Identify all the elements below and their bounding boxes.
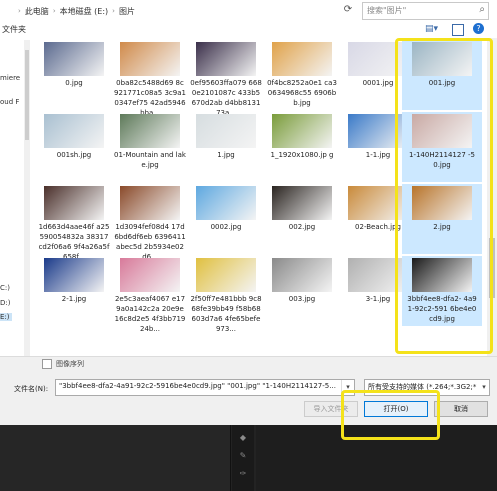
toolbar: 文件夹 ▤▾ ?	[0, 22, 497, 38]
file-item[interactable]: 0ef95603ffa079 6680e2101087c 433b5670d2a…	[186, 40, 266, 117]
file-item[interactable]: 1d663d4aae46f a25590054832a 38317cd2f06a…	[34, 184, 114, 261]
image-thumbnail	[44, 258, 104, 292]
nav-scroll-thumb[interactable]	[25, 50, 29, 140]
chevron-left-icon[interactable]: ›	[18, 7, 21, 15]
file-name: 0f4bc8252a0e1 ca30634968c55 6906bb.jpg	[267, 79, 337, 107]
image-thumbnail	[120, 42, 180, 76]
file-item[interactable]: 003.jpg	[262, 256, 342, 326]
nav-item-cloud[interactable]: oud F	[0, 98, 19, 106]
razor-icon[interactable]: ✎	[238, 451, 248, 461]
file-item[interactable]: 1_1920x1080.jp g	[262, 112, 342, 182]
filename-value: "3bbf4ee8-dfa2-4a91-92c2-5916be4e0cd9.jp…	[59, 382, 336, 390]
breadcrumb: › 此电脑 › 本地磁盘 (E:) › 图片	[18, 4, 135, 18]
file-item[interactable]: 0f4bc8252a0e1 ca30634968c55 6906bb.jpg	[262, 40, 342, 110]
filename-input[interactable]: "3bbf4ee8-dfa2-4a91-92c2-5916be4e0cd9.jp…	[55, 379, 355, 396]
highlight-open-button	[341, 390, 440, 440]
image-thumbnail	[272, 186, 332, 220]
address-bar: › 此电脑 › 本地磁盘 (E:) › 图片 ⟳ 搜索"图片" ⌕	[0, 0, 497, 23]
search-input[interactable]: 搜索"图片" ⌕	[362, 2, 489, 20]
file-name: 003.jpg	[288, 295, 316, 303]
editor-toolbar: ◆ ✎ ✑	[232, 425, 254, 491]
file-name: 2e5c3aeaf4067 e179a0a142c2a 20e9e16c8d2e…	[114, 295, 186, 333]
nav-item-premiere[interactable]: miere	[0, 74, 20, 82]
breadcrumb-separator-icon[interactable]: ›	[53, 7, 56, 15]
image-thumbnail	[120, 258, 180, 292]
image-thumbnail	[272, 258, 332, 292]
editor-panel	[0, 425, 231, 491]
breadcrumb-drive-e[interactable]: 本地磁盘 (E:)	[60, 6, 109, 17]
view-options-icon[interactable]: ▤▾	[425, 24, 438, 34]
image-sequence-option[interactable]: 图像序列	[42, 359, 84, 369]
file-item[interactable]: 2f50ff7e481bbb 9c868fe39bb49 f58b68603d7…	[186, 256, 266, 333]
breadcrumb-pictures[interactable]: 图片	[119, 6, 135, 17]
image-thumbnail	[272, 42, 332, 76]
file-name: 1_1920x1080.jp g	[270, 151, 334, 159]
filename-label: 文件名(N):	[14, 385, 49, 393]
highlight-selected-files	[395, 38, 493, 354]
image-thumbnail	[44, 42, 104, 76]
new-folder-button[interactable]: 文件夹	[2, 24, 26, 35]
chevron-down-icon[interactable]: ▾	[479, 380, 489, 395]
file-item[interactable]: 0.jpg	[34, 40, 114, 110]
image-thumbnail	[44, 114, 104, 148]
file-name: 1.jpg	[217, 151, 235, 159]
help-icon[interactable]: ?	[473, 23, 484, 34]
file-item[interactable]: 001sh.jpg	[34, 112, 114, 182]
file-name: 002.jpg	[288, 223, 316, 231]
cancel-button[interactable]: 取消	[434, 401, 488, 417]
search-placeholder: 搜索"图片"	[367, 6, 407, 15]
file-name: 2f50ff7e481bbb 9c868fe39bb49 f58b68603d7…	[190, 295, 262, 333]
nav-scrollbar[interactable]	[24, 40, 30, 358]
image-thumbnail	[44, 186, 104, 220]
nav-item-drive-e[interactable]: E:)	[0, 313, 12, 321]
file-item[interactable]: 2-1.jpg	[34, 256, 114, 326]
image-thumbnail	[196, 114, 256, 148]
breadcrumb-this-pc[interactable]: 此电脑	[25, 6, 49, 17]
file-item[interactable]: 2e5c3aeaf4067 e179a0a142c2a 20e9e16c8d2e…	[110, 256, 190, 333]
nav-item-drive-c[interactable]: C:)	[0, 284, 10, 292]
refresh-icon[interactable]: ⟳	[342, 4, 354, 16]
image-thumbnail	[196, 258, 256, 292]
file-item[interactable]: 0ba82c5488d69 8c921771c08a5 3c9a10347ef7…	[110, 40, 190, 117]
file-item[interactable]: 01-Mountain and lake.jpg	[110, 112, 190, 182]
image-thumbnail	[196, 42, 256, 76]
image-thumbnail	[272, 114, 332, 148]
ripple-edit-icon[interactable]: ◆	[238, 433, 248, 443]
nav-item-drive-d[interactable]: D:)	[0, 299, 10, 307]
preview-pane-icon[interactable]	[452, 24, 464, 36]
file-item[interactable]: 0002.jpg	[186, 184, 266, 254]
image-thumbnail	[120, 114, 180, 148]
file-item[interactable]: 002.jpg	[262, 184, 342, 254]
search-icon[interactable]: ⌕	[479, 4, 485, 15]
breadcrumb-separator-icon[interactable]: ›	[112, 7, 115, 15]
file-name: 0.jpg	[65, 79, 83, 87]
image-thumbnail	[196, 186, 256, 220]
pen-icon[interactable]: ✑	[238, 469, 248, 479]
file-name: 2-1.jpg	[61, 295, 87, 303]
image-sequence-label: 图像序列	[56, 360, 84, 368]
image-thumbnail	[120, 186, 180, 220]
file-item[interactable]: 1.jpg	[186, 112, 266, 182]
image-sequence-checkbox[interactable]	[42, 359, 52, 369]
file-item[interactable]: 1d3094fef08d4 17d6bd6df6eb 6396411abec5d…	[110, 184, 190, 261]
file-name: 001sh.jpg	[56, 151, 92, 159]
file-name: 01-Mountain and lake.jpg	[114, 151, 186, 169]
file-name: 0002.jpg	[210, 223, 242, 231]
